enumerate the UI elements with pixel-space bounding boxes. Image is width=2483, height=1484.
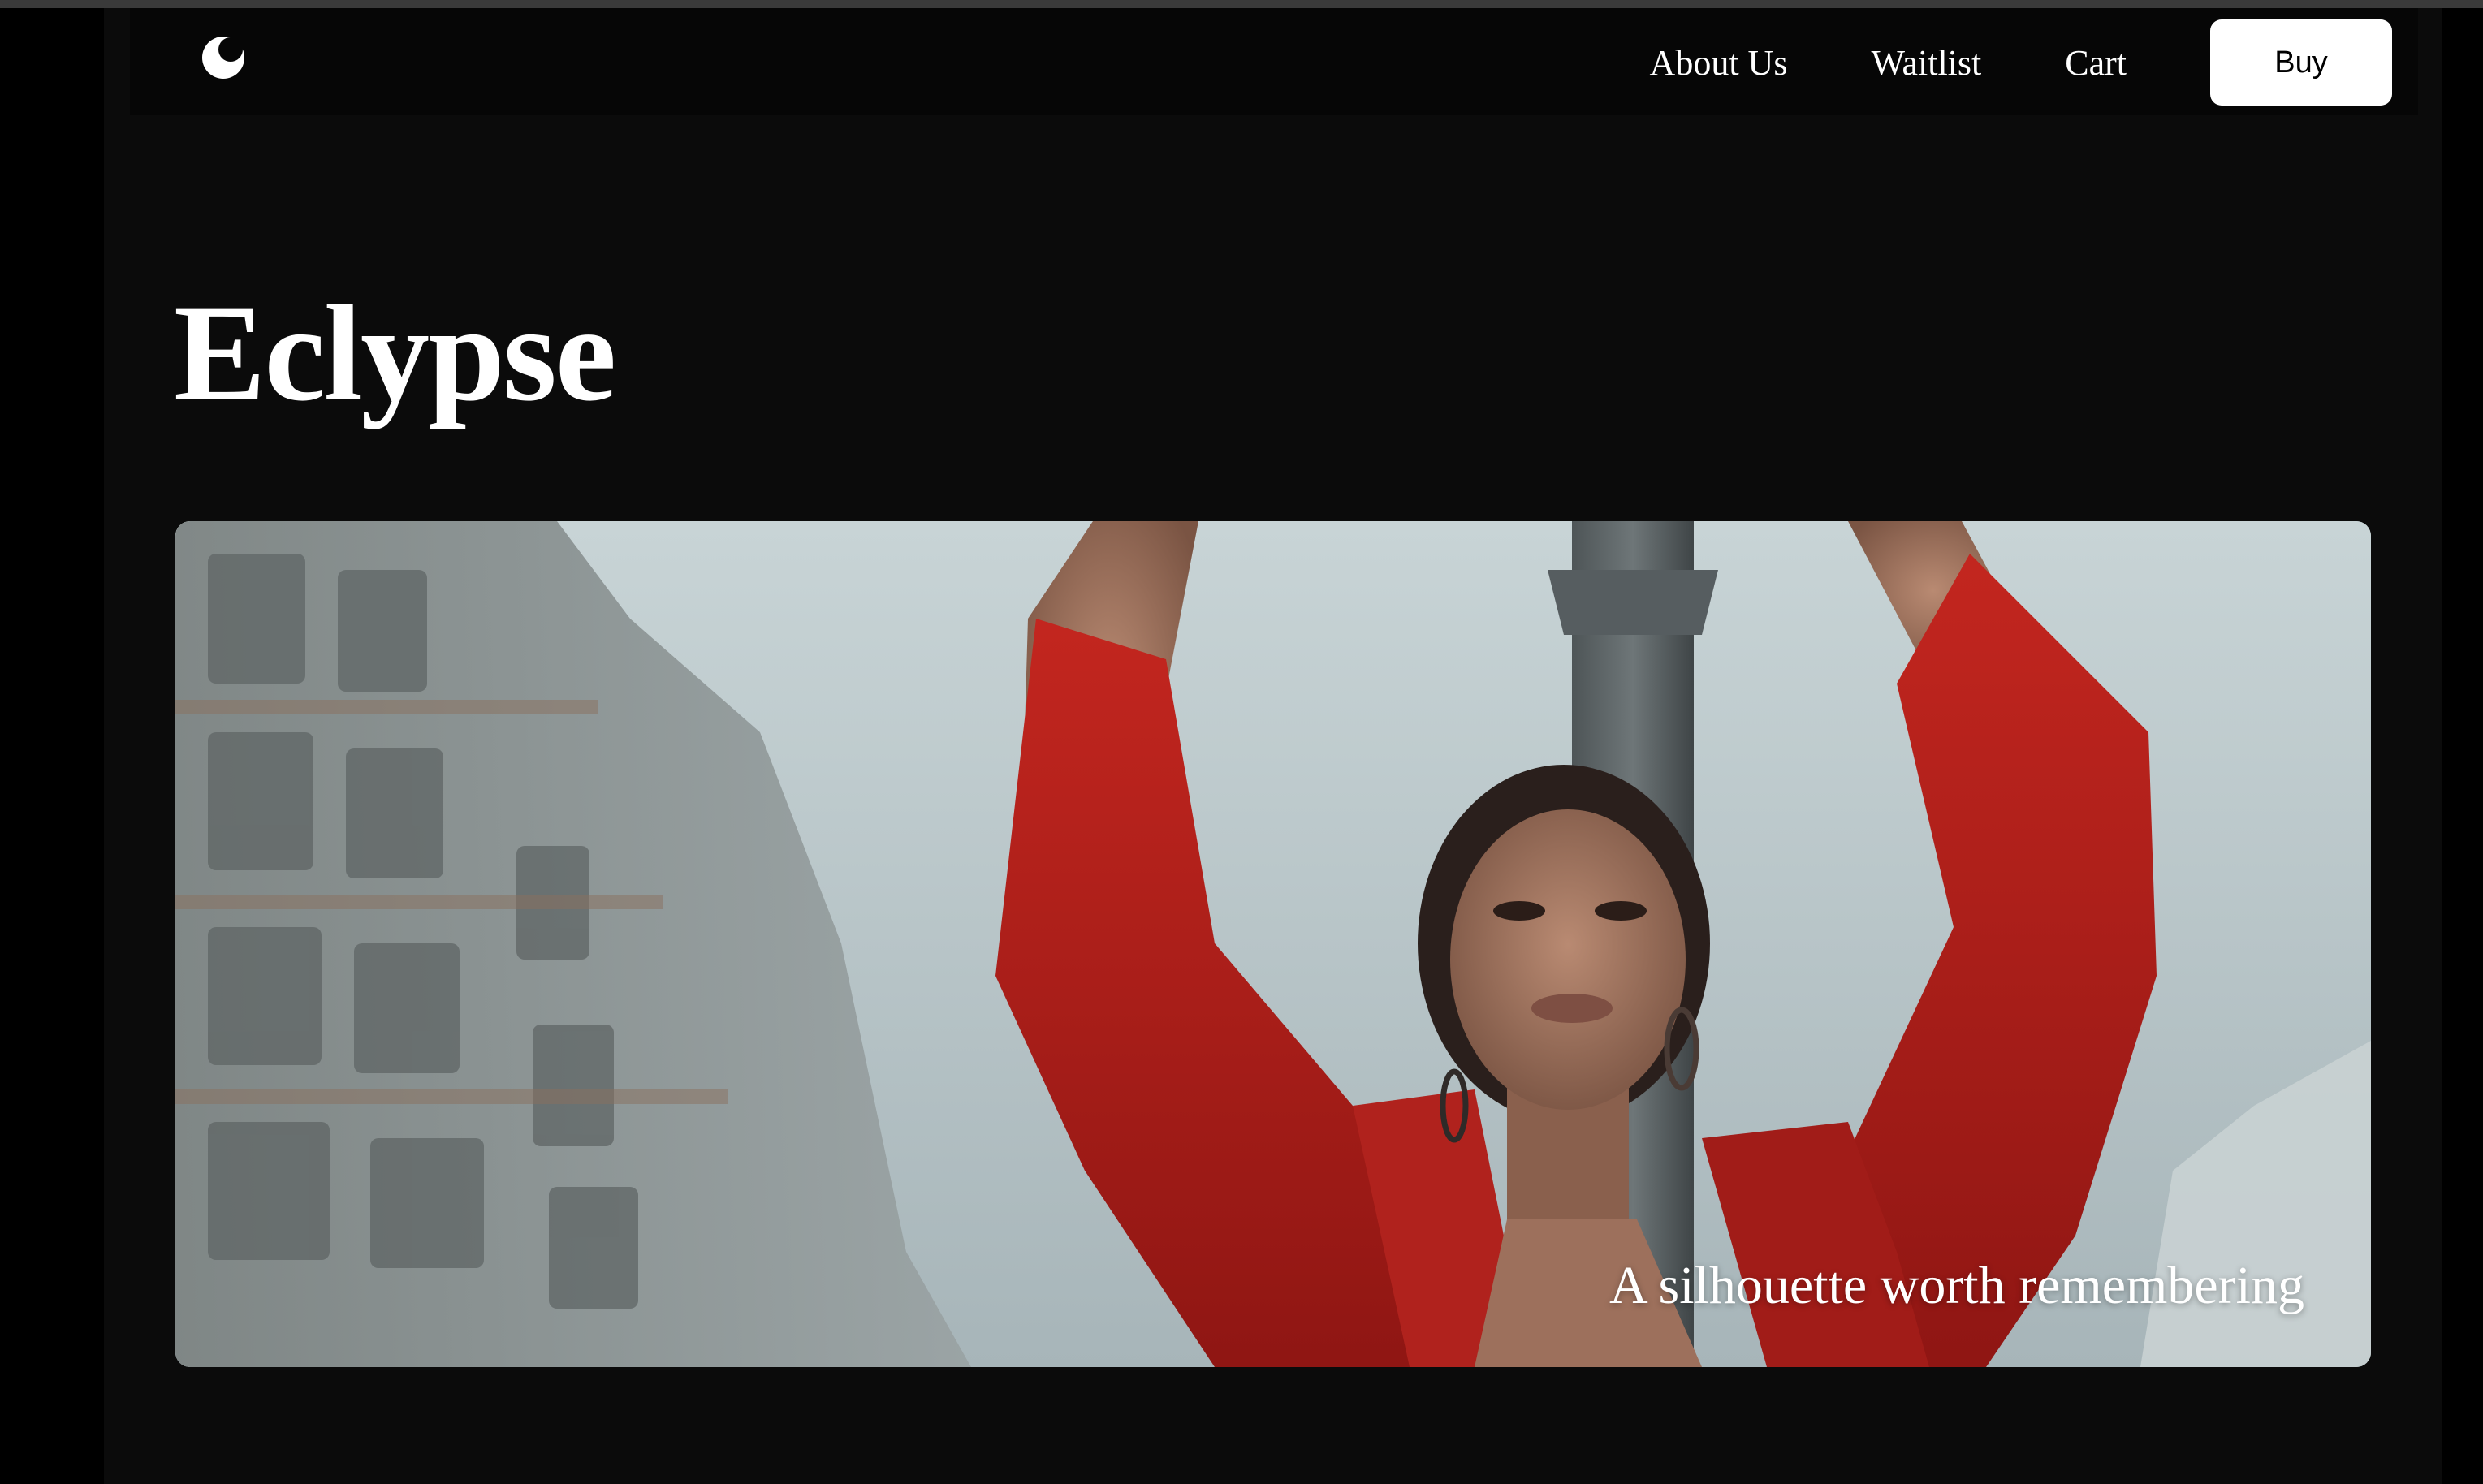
navbar: About Us Waitlist Cart Buy: [130, 8, 2418, 115]
page-title: Eclypse: [174, 277, 616, 429]
window-top-strip: [0, 0, 2483, 8]
hero-photo: [175, 521, 2371, 1367]
nav-link-cart[interactable]: Cart: [2065, 42, 2127, 84]
nav-link-about-us[interactable]: About Us: [1650, 42, 1788, 84]
page: About Us Waitlist Cart Buy Eclypse A sil…: [104, 8, 2442, 1484]
nav-link-waitlist[interactable]: Waitlist: [1871, 42, 1981, 84]
buy-button[interactable]: Buy: [2210, 19, 2392, 106]
hero-image: A silhouette worth remembering: [175, 521, 2371, 1367]
nav-links: About Us Waitlist Cart Buy: [1650, 19, 2418, 106]
hero-caption: A silhouette worth remembering: [1609, 1256, 2304, 1315]
eclipse-logo-icon[interactable]: [201, 36, 245, 80]
